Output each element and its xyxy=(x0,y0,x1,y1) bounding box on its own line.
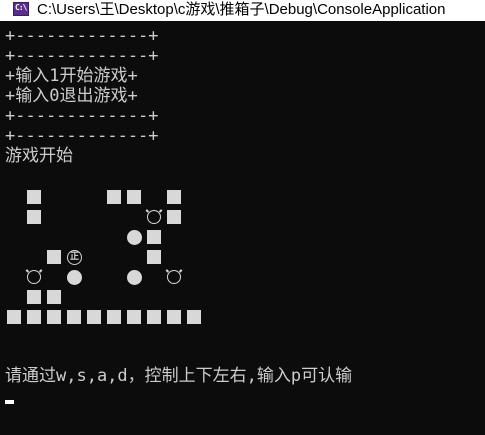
board-wall-tile xyxy=(107,310,121,324)
board-wall-tile xyxy=(147,230,161,244)
board-wall-tile xyxy=(167,190,181,204)
board-target-tile xyxy=(167,270,181,284)
menu-border-line: +-------------+ xyxy=(5,106,159,126)
board-wall-tile xyxy=(47,250,61,264)
board-box-tile xyxy=(67,270,82,285)
board-wall-tile xyxy=(107,190,121,204)
board-target-tile xyxy=(147,210,161,224)
board-player-tile: 正 xyxy=(67,250,82,265)
board-box-tile xyxy=(127,270,142,285)
title-bar: C:\ C:\Users\王\Desktop\c游戏\推箱子\Debug\Con… xyxy=(0,0,485,21)
board-wall-tile xyxy=(187,310,201,324)
board-wall-tile xyxy=(27,310,41,324)
board-wall-tile xyxy=(67,310,81,324)
board-wall-tile xyxy=(87,310,101,324)
board-box-tile xyxy=(127,230,142,245)
menu-start-option: +输入1开始游戏+ xyxy=(5,66,138,86)
console-output[interactable]: +-------------+ +-------------+ +输入1开始游戏… xyxy=(0,21,485,435)
board-wall-tile xyxy=(127,190,141,204)
menu-border-line: +-------------+ xyxy=(5,26,159,46)
board-wall-tile xyxy=(27,210,41,224)
board-wall-tile xyxy=(147,310,161,324)
board-wall-tile xyxy=(147,250,161,264)
menu-border-line: +-------------+ xyxy=(5,126,159,146)
menu-border-line: +-------------+ xyxy=(5,46,159,66)
console-app-icon: C:\ xyxy=(13,2,29,16)
board-wall-tile xyxy=(7,310,21,324)
console-app-icon-label: C:\ xyxy=(15,3,27,12)
board-wall-tile xyxy=(167,210,181,224)
board-wall-tile xyxy=(127,310,141,324)
board-wall-tile xyxy=(27,190,41,204)
game-status: 游戏开始 xyxy=(5,146,73,166)
board-wall-tile xyxy=(167,310,181,324)
menu-exit-option: +输入0退出游戏+ xyxy=(5,86,138,106)
board-wall-tile xyxy=(47,310,61,324)
board-wall-tile xyxy=(47,290,61,304)
board-wall-tile xyxy=(27,290,41,304)
window-title: C:\Users\王\Desktop\c游戏\推箱子\Debug\Console… xyxy=(37,1,446,18)
text-cursor xyxy=(5,400,14,404)
controls-prompt: 请通过w,s,a,d，控制上下左右,输入p可认输 xyxy=(5,366,353,386)
board-target-tile xyxy=(27,270,41,284)
